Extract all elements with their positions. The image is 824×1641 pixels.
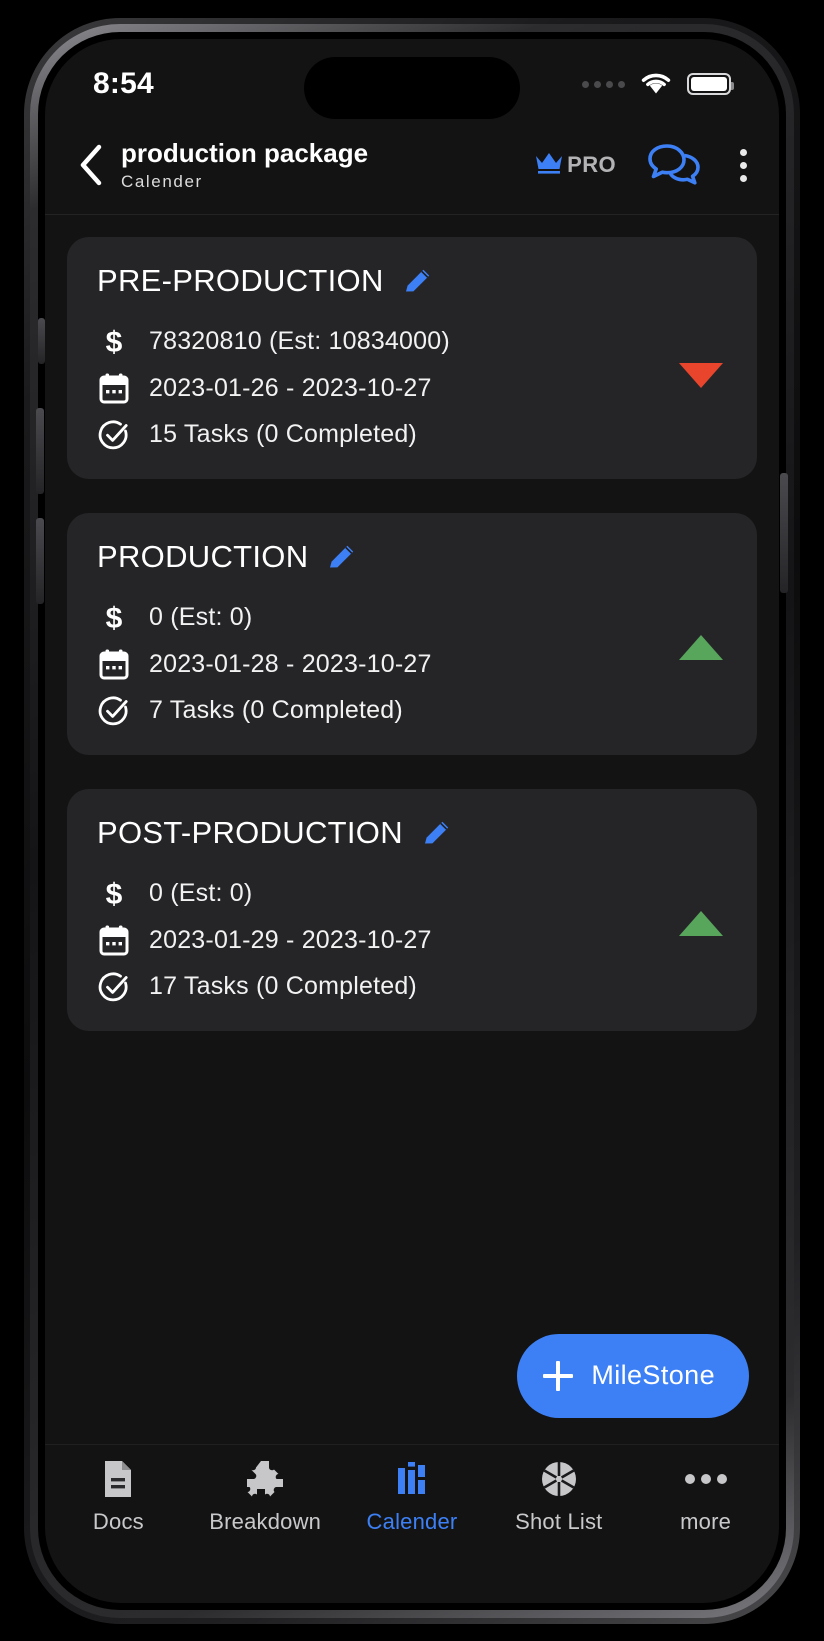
card-title: POST-PRODUCTION: [97, 814, 403, 850]
phase-card-post-production[interactable]: POST-PRODUCTION $ 0 (Est: 0) 2023-01-29 …: [67, 788, 757, 1031]
phone-rim: 8:54 production package Calender PRO PRE…: [30, 24, 794, 1618]
home-indicator-area: [45, 1561, 779, 1603]
check-circle-icon: [97, 695, 131, 727]
nav-item-breakdown[interactable]: Breakdown: [192, 1459, 339, 1535]
phone-frame: 8:54 production package Calender PRO PRE…: [24, 18, 800, 1624]
nav-item-docs[interactable]: Docs: [45, 1459, 192, 1535]
camera-aperture-icon: [539, 1459, 579, 1499]
budget-row: $ 78320810 (Est: 10834000): [97, 325, 727, 359]
add-milestone-label: MileStone: [591, 1360, 715, 1391]
nav-item-calender[interactable]: Calender: [339, 1459, 486, 1535]
phase-card-pre-production[interactable]: PRE-PRODUCTION $ 78320810 (Est: 10834000…: [67, 236, 757, 479]
back-chevron-icon[interactable]: [67, 142, 113, 188]
three-dot-menu-icon[interactable]: [736, 145, 751, 186]
plus-icon: [543, 1360, 574, 1391]
bottom-navigation: Docs Breakdown Calender Shot List more: [45, 1443, 779, 1561]
nav-label: Breakdown: [209, 1508, 322, 1534]
volume-up-button[interactable]: [36, 408, 44, 494]
dates-row: 2023-01-26 - 2023-10-27: [97, 373, 727, 405]
triangle-down-icon: [679, 362, 723, 388]
nav-item-shot-list[interactable]: Shot List: [485, 1459, 632, 1535]
phase-card-list: PRE-PRODUCTION $ 78320810 (Est: 10834000…: [45, 215, 779, 1444]
calendar-icon: [97, 925, 131, 957]
dollar-icon: $: [97, 325, 131, 359]
svg-text:$: $: [106, 326, 123, 359]
dollar-icon: $: [97, 601, 131, 635]
header-title-block: production package Calender: [121, 138, 369, 192]
pro-label: PRO: [567, 152, 616, 178]
triangle-up-icon: [679, 634, 723, 660]
ellipsis-icon: [684, 1459, 728, 1499]
breakdown-puzzle-icon: [245, 1459, 285, 1499]
signal-dots-icon: [582, 80, 625, 88]
nav-label: Shot List: [515, 1508, 603, 1534]
add-milestone-button[interactable]: MileStone: [517, 1333, 749, 1418]
dates-value: 2023-01-26 - 2023-10-27: [149, 374, 432, 403]
check-circle-icon: [97, 419, 131, 451]
card-header: POST-PRODUCTION: [97, 815, 727, 851]
pro-badge[interactable]: PRO: [534, 149, 616, 181]
document-icon: [101, 1459, 135, 1499]
volume-down-button[interactable]: [36, 518, 44, 604]
svg-text:$: $: [106, 878, 123, 911]
calendar-icon: [97, 649, 131, 681]
chat-bubbles-icon[interactable]: [646, 141, 702, 189]
tasks-value: 17 Tasks (0 Completed): [149, 972, 417, 1001]
calendar-icon: [97, 373, 131, 405]
triangle-up-icon: [679, 910, 723, 936]
page-title: production package: [121, 138, 369, 168]
status-bar-time: 8:54: [93, 67, 154, 100]
phone-inner-bezel: 8:54 production package Calender PRO PRE…: [38, 32, 786, 1610]
dynamic-island: [304, 57, 520, 119]
tasks-row: 7 Tasks (0 Completed): [97, 695, 727, 727]
crown-icon: [534, 149, 564, 181]
pencil-edit-icon[interactable]: [402, 265, 434, 297]
budget-value: 78320810 (Est: 10834000): [149, 327, 450, 356]
bar-chart-icon: [395, 1459, 429, 1499]
silent-switch[interactable]: [38, 318, 45, 364]
budget-row: $ 0 (Est: 0): [97, 877, 727, 911]
card-header: PRODUCTION: [97, 539, 727, 575]
budget-row: $ 0 (Est: 0): [97, 601, 727, 635]
budget-value: 0 (Est: 0): [149, 603, 253, 632]
card-detail-rows: $ 0 (Est: 0): [97, 601, 727, 727]
page-subtitle: Calender: [121, 171, 203, 191]
status-bar: 8:54: [45, 39, 779, 129]
card-title: PRODUCTION: [97, 538, 309, 574]
dates-value: 2023-01-28 - 2023-10-27: [149, 650, 432, 679]
tasks-row: 15 Tasks (0 Completed): [97, 419, 727, 451]
dates-row: 2023-01-28 - 2023-10-27: [97, 649, 727, 681]
status-bar-indicators: [582, 69, 734, 100]
pencil-edit-icon[interactable]: [421, 817, 453, 849]
phase-card-production[interactable]: PRODUCTION $ 0 (Est: 0) 2023-01-28 - 202…: [67, 512, 757, 755]
pencil-edit-icon[interactable]: [326, 541, 358, 573]
tasks-value: 7 Tasks (0 Completed): [149, 696, 403, 725]
budget-value: 0 (Est: 0): [149, 879, 253, 908]
nav-label: Calender: [366, 1508, 458, 1534]
power-button[interactable]: [780, 473, 788, 593]
check-circle-icon: [97, 971, 131, 1003]
battery-icon: [687, 73, 734, 95]
tasks-value: 15 Tasks (0 Completed): [149, 420, 417, 449]
tasks-row: 17 Tasks (0 Completed): [97, 971, 727, 1003]
dates-row: 2023-01-29 - 2023-10-27: [97, 925, 727, 957]
card-title: PRE-PRODUCTION: [97, 262, 384, 298]
nav-label: more: [680, 1508, 732, 1534]
dates-value: 2023-01-29 - 2023-10-27: [149, 926, 432, 955]
card-header: PRE-PRODUCTION: [97, 263, 727, 299]
wifi-icon: [639, 69, 673, 100]
svg-text:$: $: [106, 602, 123, 635]
card-detail-rows: $ 0 (Est: 0): [97, 877, 727, 1003]
phone-screen: 8:54 production package Calender PRO PRE…: [45, 39, 779, 1603]
card-detail-rows: $ 78320810 (Est: 10834000) 2023-01-26 - …: [97, 325, 727, 451]
dollar-icon: $: [97, 877, 131, 911]
nav-label: Docs: [92, 1508, 144, 1534]
app-header: production package Calender PRO: [45, 129, 779, 215]
nav-item-more[interactable]: more: [632, 1459, 779, 1535]
